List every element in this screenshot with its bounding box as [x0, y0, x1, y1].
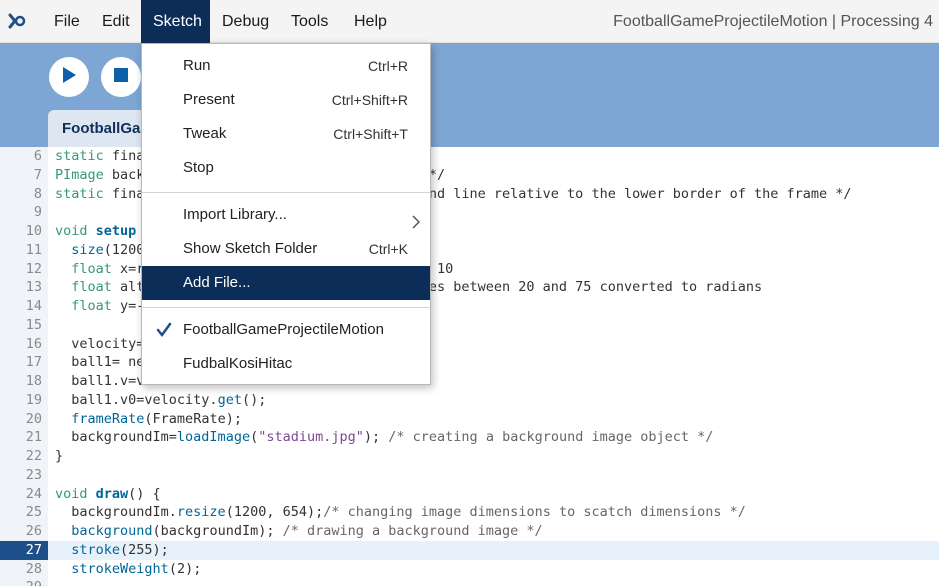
stop-button[interactable]	[101, 57, 141, 97]
line-number: 25	[25, 504, 42, 521]
menu-item-label: Import Library...	[183, 206, 287, 223]
stop-icon	[114, 67, 128, 87]
menu-tools[interactable]: Tools	[279, 0, 340, 43]
line-number: 26	[25, 523, 42, 539]
menu-edit[interactable]: Edit	[90, 0, 142, 43]
line-number: 16	[25, 335, 42, 352]
sketch-menu-dropdown: Run Ctrl+R Present Ctrl+Shift+R Tweak Ct…	[141, 43, 431, 385]
code-text: stroke(255);	[71, 541, 169, 558]
code-text: ball1= ne	[55, 354, 145, 371]
line-number: 21	[25, 429, 42, 446]
line-number: 12	[25, 260, 42, 277]
menu-item-label: Tweak	[183, 125, 227, 142]
code-line[interactable]: 23	[0, 466, 939, 485]
line-number: 9	[33, 204, 42, 221]
menu-item-label: Present	[183, 91, 235, 108]
code-line[interactable]: 27 stroke(255);	[0, 540, 939, 560]
menu-item-shortcut: Ctrl+R	[367, 58, 408, 74]
line-number: 19	[25, 391, 42, 408]
code-text: background(backgroundIm); /* drawing a b…	[71, 523, 543, 539]
line-number: 15	[25, 316, 42, 333]
code-text: static fina	[55, 148, 145, 164]
window-title: FootballGameProjectileMotion | Processin…	[613, 13, 933, 30]
code-text: void setup	[55, 223, 137, 239]
code-line[interactable]: 19 ball1.v0=velocity.get();	[0, 391, 939, 410]
code-text: ball1.v0=velocity.get();	[55, 391, 267, 408]
line-number: 20	[25, 410, 42, 427]
line-number: 14	[25, 298, 42, 314]
code-line[interactable]: 20 frameRate(FrameRate);	[0, 410, 939, 429]
code-text: size(1200	[71, 241, 145, 258]
menu-item-run[interactable]: Run Ctrl+R	[142, 49, 430, 83]
line-number: 13	[25, 279, 42, 296]
line-number: 23	[25, 466, 42, 483]
menu-item-import-library[interactable]: Import Library...	[142, 198, 430, 232]
line-number: 28	[25, 560, 42, 577]
menu-file[interactable]: File	[42, 0, 92, 43]
line-number: 17	[25, 354, 42, 371]
menu-debug[interactable]: Debug	[210, 0, 281, 43]
menu-item-sketch-fudbalkosihitac[interactable]: FudbalKosiHitac	[142, 347, 430, 381]
line-number: 10	[25, 223, 42, 239]
menu-item-label: FootballGameProjectileMotion	[183, 321, 384, 338]
menu-item-show-sketch-folder[interactable]: Show Sketch Folder Ctrl+K	[142, 232, 430, 266]
line-number: 6	[33, 148, 42, 164]
menu-separator	[142, 192, 430, 193]
menu-help[interactable]: Help	[342, 0, 399, 43]
play-icon	[61, 66, 77, 89]
code-text: strokeWeight(2);	[71, 560, 202, 577]
menu-item-present[interactable]: Present Ctrl+Shift+R	[142, 83, 430, 117]
line-number: 18	[25, 373, 42, 389]
code-text: void draw() {	[55, 485, 161, 502]
menu-separator	[142, 307, 430, 308]
menu-item-tweak[interactable]: Tweak Ctrl+Shift+T	[142, 117, 430, 151]
menu-bar: File Edit Sketch Debug Tools Help Footba…	[0, 0, 939, 43]
menu-item-label: Stop	[183, 159, 214, 176]
processing-logo-icon	[6, 10, 28, 32]
menu-item-label: FudbalKosiHitac	[183, 355, 293, 372]
menu-item-label: Run	[183, 57, 211, 74]
code-line[interactable]: 28 strokeWeight(2);	[0, 560, 939, 579]
line-number: 7	[33, 166, 42, 183]
menu-item-shortcut: Ctrl+Shift+T	[333, 126, 408, 142]
menu-item-sketch-footballgame[interactable]: FootballGameProjectileMotion	[142, 313, 430, 347]
menu-item-stop[interactable]: Stop	[142, 151, 430, 185]
menu-item-shortcut: Ctrl+Shift+R	[331, 92, 408, 108]
line-number: 11	[25, 241, 42, 258]
code-text: velocity=	[55, 335, 145, 352]
code-line[interactable]: 29	[0, 578, 939, 586]
line-number: 27	[0, 540, 48, 560]
code-text: }	[55, 448, 64, 464]
code-line[interactable]: 24 void draw() {	[0, 485, 939, 504]
code-text: ball1.v=v	[55, 373, 145, 389]
code-text: frameRate(FrameRate);	[71, 410, 242, 427]
line-number: 8	[33, 185, 42, 202]
code-line[interactable]: 26 background(backgroundIm); /* drawing …	[0, 522, 939, 541]
menu-item-label: Show Sketch Folder	[183, 240, 318, 257]
code-text: backgroundIm=loadImage("stadium.jpg"); /…	[55, 429, 714, 446]
menu-sketch[interactable]: Sketch	[141, 0, 210, 43]
menu-item-label: Add File...	[183, 274, 251, 291]
code-text: backgroundIm.resize(1200, 654);/* changi…	[55, 504, 746, 521]
code-line[interactable]: 22}	[0, 447, 939, 466]
line-number: 29	[0, 578, 42, 586]
run-button[interactable]	[49, 57, 89, 97]
line-number: 24	[25, 485, 42, 502]
menu-item-add-file[interactable]: Add File...	[142, 266, 430, 300]
code-line[interactable]: 21 backgroundIm=loadImage("stadium.jpg")…	[0, 428, 939, 447]
code-line[interactable]: 25 backgroundIm.resize(1200, 654);/* cha…	[0, 503, 939, 522]
line-number: 22	[25, 448, 42, 464]
menu-item-shortcut: Ctrl+K	[368, 241, 408, 257]
